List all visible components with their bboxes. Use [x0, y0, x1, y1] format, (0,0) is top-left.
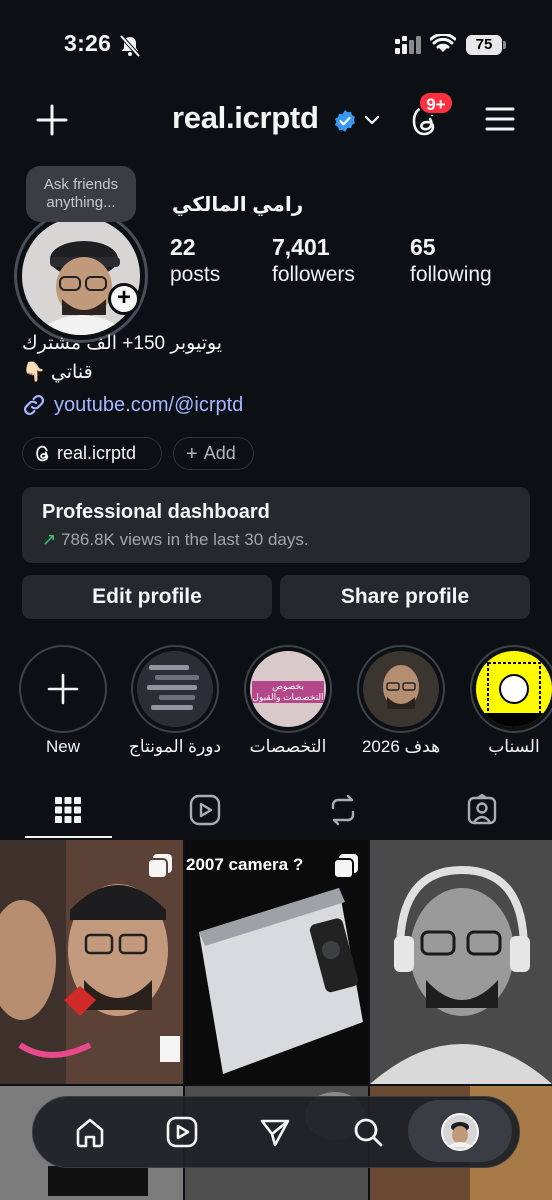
- tab-reels[interactable]: [175, 790, 235, 830]
- threads-small-icon: [35, 445, 51, 462]
- highlight-label-goal: هدف 2026: [361, 737, 441, 756]
- highlight-label-snapchat: السناب: [488, 737, 540, 756]
- reels-icon: [189, 794, 221, 826]
- followers-count: 7,401: [272, 234, 330, 260]
- post-2-caption: 2007 camera ?: [186, 855, 304, 874]
- status-time: 3:26: [64, 30, 112, 56]
- add-story-plus-icon[interactable]: +: [108, 283, 140, 315]
- posts-stat[interactable]: 22 posts: [170, 233, 220, 289]
- profile-avatar-small: [441, 1113, 479, 1151]
- following-count: 65: [410, 234, 436, 260]
- create-plus-icon[interactable]: [36, 104, 68, 136]
- highlight-thumb-snapchat: [476, 651, 552, 727]
- send-icon: [259, 1116, 291, 1148]
- posts-count: 22: [170, 234, 196, 260]
- menu-icon[interactable]: [485, 106, 515, 132]
- highlight-label-montage: دورة المونتاج: [128, 737, 222, 756]
- multi-post-icon: [147, 853, 173, 879]
- bio-line-2: قناتي 👇🏻: [22, 362, 93, 383]
- highlight-montage[interactable]: [131, 645, 219, 733]
- signal-icon: [395, 36, 423, 54]
- nav-profile[interactable]: [438, 1110, 482, 1154]
- search-icon: [352, 1116, 384, 1148]
- grid-icon: [54, 796, 82, 824]
- highlight-new[interactable]: [19, 645, 107, 733]
- grid-post-3[interactable]: [370, 840, 552, 1084]
- battery-tip: [503, 41, 506, 49]
- wifi-icon: [430, 34, 456, 54]
- threads-pill-label: real.icrptd: [57, 443, 137, 463]
- highlight-specialties[interactable]: بخصوص التخصصات والقبول: [244, 645, 332, 733]
- tab-posts-grid[interactable]: [38, 790, 98, 830]
- tab-tagged[interactable]: [452, 790, 512, 830]
- reels-nav-icon: [166, 1116, 198, 1148]
- notification-badge: 9+: [418, 91, 454, 115]
- highlight-snapchat[interactable]: [470, 645, 552, 733]
- silent-bell-icon: [118, 35, 142, 57]
- edit-profile-button[interactable]: Edit profile: [22, 575, 272, 619]
- followers-label: followers: [272, 263, 355, 286]
- home-icon: [74, 1116, 106, 1148]
- highlight-label-new: New: [45, 737, 80, 756]
- dashboard-subtitle: ↗ 786.8K views in the last 30 days.: [42, 530, 510, 550]
- header-username[interactable]: real.icrptd: [172, 100, 319, 136]
- bio-link[interactable]: youtube.com/@icrptd: [22, 393, 243, 417]
- highlight-thumb-specialties: بخصوص التخصصات والقبول: [250, 651, 326, 727]
- threads-profile-pill[interactable]: real.icrptd: [22, 437, 162, 470]
- reposts-icon: [328, 794, 358, 826]
- add-plus-icon: +: [186, 442, 198, 465]
- following-label: following: [410, 263, 492, 286]
- highlight-inner-caption: بخصوص التخصصات والقبول: [252, 681, 324, 703]
- bio-link-text: youtube.com/@icrptd: [54, 393, 244, 416]
- nav-home[interactable]: [68, 1110, 112, 1154]
- share-profile-button[interactable]: Share profile: [280, 575, 530, 619]
- display-name: رامي المالكي: [172, 194, 304, 216]
- bio-line-1: يوتيوبر 150+ الف مشترك: [22, 333, 223, 354]
- nav-messages[interactable]: [253, 1110, 297, 1154]
- add-pill-label: Add: [203, 443, 236, 463]
- highlight-label-specialties: التخصصات: [249, 737, 327, 756]
- professional-dashboard[interactable]: Professional dashboard ↗ 786.8K views in…: [22, 487, 530, 563]
- note-bubble[interactable]: Ask friends anything...: [26, 166, 136, 222]
- add-link-pill[interactable]: + Add: [173, 437, 254, 470]
- nav-search[interactable]: [346, 1110, 390, 1154]
- dashboard-title: Professional dashboard: [42, 501, 270, 523]
- avatar[interactable]: [22, 217, 140, 335]
- tab-reposts[interactable]: [313, 790, 373, 830]
- dashboard-views-text: 786.8K views in the last 30 days.: [60, 530, 309, 549]
- account-switch-chevron-down-icon[interactable]: [364, 114, 380, 126]
- verified-icon: [334, 110, 356, 132]
- highlight-goal-2026[interactable]: [357, 645, 445, 733]
- highlight-thumb-goal: [363, 651, 439, 727]
- active-tab-indicator: [25, 836, 112, 838]
- following-stat[interactable]: 65 following: [410, 233, 492, 289]
- trend-up-arrow-icon: ↗: [42, 530, 57, 549]
- nav-reels[interactable]: [160, 1110, 204, 1154]
- highlight-thumb-montage: [137, 651, 213, 727]
- posts-label: posts: [170, 263, 221, 286]
- followers-stat[interactable]: 7,401 followers: [272, 233, 355, 289]
- new-highlight-plus-icon: [25, 651, 101, 727]
- battery-indicator: 75: [466, 35, 502, 55]
- link-icon: [22, 393, 46, 417]
- multi-post-icon: [333, 853, 359, 879]
- tagged-icon: [466, 794, 498, 826]
